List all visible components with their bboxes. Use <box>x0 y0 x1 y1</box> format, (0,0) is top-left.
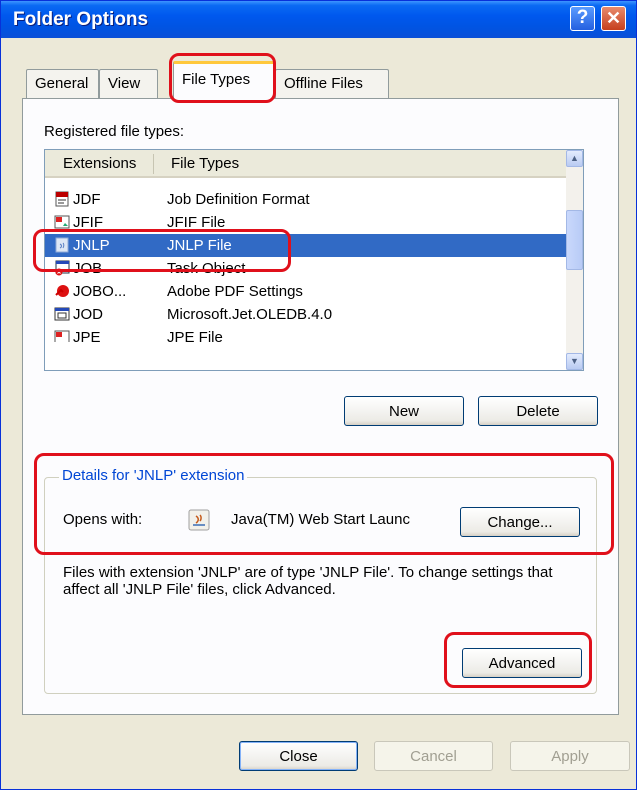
file-types-list[interactable]: Extensions File Types JDF Job Definition… <box>44 149 584 371</box>
list-item-file-type: Job Definition Format <box>167 191 310 208</box>
column-file-types-label: File Types <box>171 155 240 172</box>
list-item-extension: JDF <box>73 191 101 208</box>
chevron-up-icon: ▲ <box>570 153 579 163</box>
new-button[interactable]: New <box>344 396 464 426</box>
list-item-file-type: Microsoft.Jet.OLEDB.4.0 <box>167 306 333 323</box>
list-item-jdf[interactable]: JDF Job Definition Format <box>45 188 569 211</box>
list-item-jnlp[interactable]: JNLP JNLP File <box>45 234 569 257</box>
list-item-file-type: JPE File <box>167 329 223 342</box>
adobe-pdf-icon <box>55 285 69 297</box>
column-extensions-label: Extensions <box>63 155 137 172</box>
tab-file-types-label: File Types <box>182 71 251 88</box>
tab-file-types[interactable]: File Types <box>173 61 275 99</box>
image-file-icon <box>54 215 70 229</box>
jdf-file-icon <box>55 191 69 207</box>
change-button[interactable]: Change... <box>460 507 580 537</box>
tab-general[interactable]: General <box>26 69 99 98</box>
list-item-extension: JFIF <box>73 214 103 231</box>
scroll-up-button[interactable]: ▲ <box>566 150 583 167</box>
folder-options-window: Folder Options ? ✕ General View File Typ… <box>0 0 637 790</box>
tab-view-label: View <box>108 75 141 92</box>
list-item-jfif[interactable]: JFIF JFIF File <box>45 211 569 234</box>
list-item-jpe[interactable]: JPE JPE File <box>45 326 569 342</box>
chevron-down-icon: ▼ <box>570 356 579 366</box>
scroll-down-button[interactable]: ▼ <box>566 353 583 370</box>
close-button[interactable]: Close <box>239 741 358 771</box>
cancel-button[interactable]: Cancel <box>374 741 493 771</box>
database-icon <box>54 307 70 321</box>
list-item-extension: JNLP <box>73 237 110 254</box>
list-item-file-type: Adobe PDF Settings <box>167 283 303 300</box>
image-file-icon <box>54 330 70 342</box>
list-item-file-type: JNLP File <box>167 237 232 254</box>
list-item-job[interactable]: JOB Task Object <box>45 257 569 280</box>
list-item-extension: JOBO... <box>73 283 127 300</box>
details-group-title: Details for 'JNLP' extension <box>59 467 248 484</box>
close-icon: ✕ <box>605 8 622 28</box>
title-bar[interactable]: Folder Options ? ✕ <box>1 1 636 38</box>
scrollbar-thumb[interactable] <box>566 210 583 270</box>
list-item-jobo[interactable]: JOBO... Adobe PDF Settings <box>45 280 569 303</box>
list-item-file-type: JFIF File <box>167 214 226 231</box>
list-item-extension: JOB <box>73 260 103 277</box>
vertical-scrollbar[interactable]: ▲ ▼ <box>566 150 583 370</box>
apply-button[interactable]: Apply <box>510 741 630 771</box>
close-window-button[interactable]: ✕ <box>601 6 626 31</box>
delete-button[interactable]: Delete <box>478 396 598 426</box>
opens-with-app-name: Java(TM) Web Start Launc <box>231 511 410 528</box>
list-item-extension: JOD <box>73 306 103 323</box>
column-header-file-types[interactable]: File Types <box>154 150 569 178</box>
registered-file-types-label: Registered file types: <box>44 123 185 140</box>
tab-offline-files-label: Offline Files <box>284 75 363 92</box>
tab-view[interactable]: View <box>99 69 158 98</box>
help-icon: ? <box>576 7 589 28</box>
java-app-icon <box>188 509 210 531</box>
opens-with-label: Opens with: <box>63 511 143 528</box>
list-item-extension: JPE <box>73 329 101 342</box>
list-item-file-type: Task Object <box>167 260 246 277</box>
advanced-button[interactable]: Advanced <box>462 648 582 678</box>
task-object-icon <box>55 260 70 276</box>
window-title: Folder Options <box>13 9 149 30</box>
details-description: Files with extension 'JNLP' are of type … <box>63 564 553 598</box>
java-file-icon <box>55 237 69 253</box>
column-header-extensions[interactable]: Extensions <box>45 150 160 178</box>
tab-offline-files[interactable]: Offline Files <box>275 69 389 98</box>
help-button[interactable]: ? <box>570 6 595 31</box>
tab-general-label: General <box>35 75 89 92</box>
list-item-jod[interactable]: JOD Microsoft.Jet.OLEDB.4.0 <box>45 303 569 326</box>
